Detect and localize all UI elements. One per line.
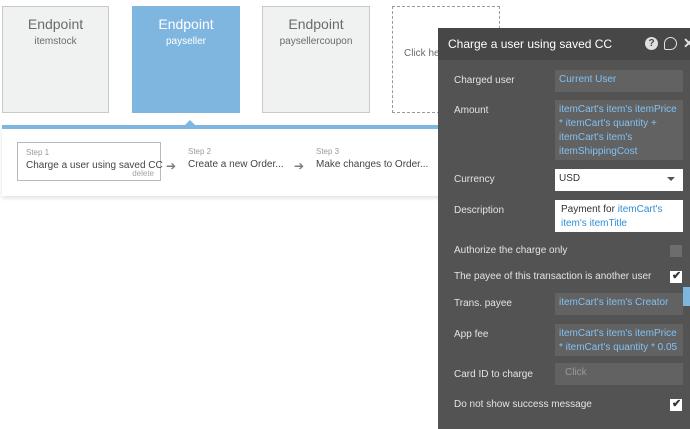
endpoint-name: paysellercoupon <box>279 36 353 47</box>
no-success-label: Do not show success message <box>454 399 592 410</box>
no-success-checkbox[interactable]: ✔ <box>670 398 682 411</box>
chevron-down-icon <box>667 177 675 181</box>
endpoint-card-paysellercoupon[interactable]: Endpoint paysellercoupon <box>262 6 370 113</box>
currency-dropdown[interactable]: USD <box>555 169 683 191</box>
step-number: Step 3 <box>316 147 340 156</box>
step-3[interactable]: Step 3 Make changes to Order... <box>308 142 438 181</box>
currency-label: Currency <box>454 174 495 185</box>
selected-endpoint-pointer <box>184 120 196 126</box>
arrow-right-icon: ➔ <box>166 159 177 173</box>
action-properties-panel: Charge a user using saved CC ? ✕ Charged… <box>438 28 690 429</box>
description-prefix: Payment for <box>561 204 618 215</box>
description-label: Description <box>454 205 505 216</box>
endpoint-title: Endpoint <box>158 16 214 32</box>
endpoint-card-itemstock[interactable]: Endpoint itemstock <box>2 6 109 113</box>
currency-value: USD <box>559 173 581 184</box>
endpoint-name: payseller <box>165 36 207 47</box>
comment-icon[interactable] <box>664 37 677 50</box>
workflow-steps-bar: Step 1 Charge a user using saved CC dele… <box>2 120 450 196</box>
step-number: Step 2 <box>188 147 212 156</box>
close-icon[interactable]: ✕ <box>683 36 690 50</box>
payee-other-label: The payee of this transaction is another… <box>454 271 652 282</box>
amount-field[interactable]: itemCart's item's itemPrice * itemCart's… <box>555 100 683 160</box>
payee-other-checkbox[interactable]: ✔ <box>670 270 682 283</box>
endpoint-name: itemstock <box>34 36 77 47</box>
step-2[interactable]: Step 2 Create a new Order... <box>180 142 290 181</box>
endpoint-title: Endpoint <box>27 16 84 32</box>
step-1[interactable]: Step 1 Charge a user using saved CC dele… <box>17 142 163 181</box>
app-fee-label: App fee <box>454 329 489 340</box>
check-icon: ✔ <box>672 270 682 282</box>
charged-user-field[interactable]: Current User <box>555 70 683 92</box>
description-field[interactable]: Payment for itemCart's item's itemTitle <box>555 200 683 232</box>
arrow-right-icon: ➔ <box>294 159 305 173</box>
trans-payee-field[interactable]: itemCart's item's Creator <box>555 293 683 315</box>
panel-title: Charge a user using saved CC <box>448 37 613 51</box>
trans-payee-label: Trans. payee <box>454 298 512 309</box>
charged-user-label: Charged user <box>454 75 515 86</box>
authorize-label: Authorize the charge only <box>454 245 568 256</box>
check-icon: ✔ <box>672 398 682 410</box>
panel-scrollbar[interactable] <box>683 287 690 306</box>
endpoint-title: Endpoint <box>288 16 344 32</box>
card-id-field[interactable]: Click <box>555 363 683 385</box>
step-number: Step 1 <box>26 148 50 157</box>
step-label: Make changes to Order... <box>316 159 429 170</box>
card-id-label: Card ID to charge <box>454 369 533 380</box>
delete-step-link[interactable]: delete <box>132 169 154 178</box>
step-label: Create a new Order... <box>188 159 284 170</box>
help-icon[interactable]: ? <box>645 37 658 50</box>
endpoint-card-payseller[interactable]: Endpoint payseller <box>132 6 240 113</box>
panel-header[interactable]: Charge a user using saved CC ? ✕ <box>438 28 690 60</box>
app-fee-field[interactable]: itemCart's item's itemPrice * itemCart's… <box>555 324 683 356</box>
amount-label: Amount <box>454 105 489 116</box>
authorize-checkbox[interactable] <box>670 245 682 257</box>
